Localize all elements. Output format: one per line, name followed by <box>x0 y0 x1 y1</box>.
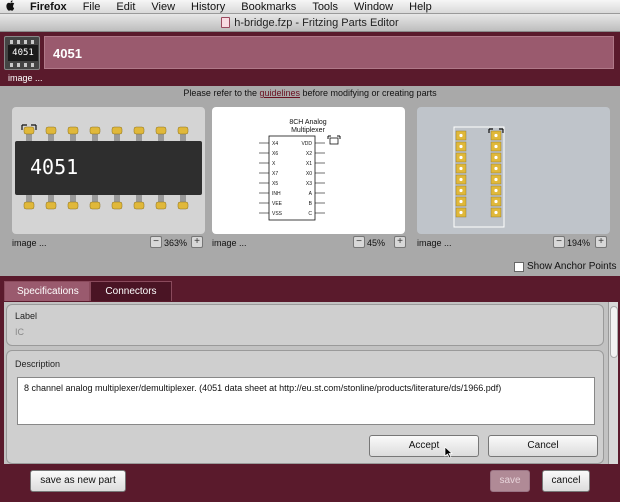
svg-text:VDD: VDD <box>301 141 312 147</box>
schematic-zoom-out-button[interactable]: − <box>353 236 365 248</box>
menu-bar: Firefox File Edit View History Bookmarks… <box>0 0 620 14</box>
window-titlebar: h-bridge.fzp - Fritzing Parts Editor <box>0 14 620 32</box>
show-anchor-points-checkbox[interactable] <box>514 261 524 272</box>
menu-help[interactable]: Help <box>401 1 440 13</box>
accept-button[interactable]: Accept <box>369 435 479 457</box>
label-group: Label IC <box>6 304 604 346</box>
breadboard-chip-label: 4051 <box>30 155 78 179</box>
svg-text:X7: X7 <box>272 171 278 177</box>
label-heading: Label <box>15 311 38 321</box>
menu-history[interactable]: History <box>183 1 233 13</box>
part-title: 4051 <box>53 46 82 61</box>
description-group: Description 8 channel analog multiplexer… <box>6 350 604 464</box>
svg-text:X3: X3 <box>306 181 312 187</box>
save-button[interactable]: save <box>490 470 530 492</box>
svg-text:VSS: VSS <box>272 211 283 217</box>
properties-scrollbar[interactable] <box>608 302 618 464</box>
window-title: h-bridge.fzp - Fritzing Parts Editor <box>234 16 399 29</box>
cancel-button[interactable]: cancel <box>542 470 590 492</box>
svg-text:INH: INH <box>272 191 281 197</box>
menu-app-firefox[interactable]: Firefox <box>22 1 75 13</box>
schematic-view[interactable]: 8CH Analog Multiplexer X4 X6 X X7 X5 INH VE… <box>212 107 405 234</box>
schematic-footer: image ... − 45% + <box>212 236 408 250</box>
menu-view[interactable]: View <box>143 1 183 13</box>
label-value[interactable]: IC <box>15 327 24 337</box>
breadboard-footer: image ... − 363% + <box>12 236 208 250</box>
pcb-image-label: image ... <box>417 238 452 248</box>
menu-edit[interactable]: Edit <box>108 1 143 13</box>
breadboard-image-label: image ... <box>12 238 47 248</box>
pcb-zoom-out-button[interactable]: − <box>553 236 565 248</box>
footer-bar: save as new part save cancel <box>0 465 620 502</box>
menu-file[interactable]: File <box>75 1 109 13</box>
part-icon-image[interactable]: 4051 <box>4 36 40 70</box>
schematic-image-label: image ... <box>212 238 247 248</box>
part-title-field[interactable]: 4051 <box>44 36 614 69</box>
schematic-title-2: Multiplexer <box>291 127 326 134</box>
document-icon <box>221 17 231 28</box>
breadboard-zoom-in-button[interactable]: + <box>191 236 203 248</box>
scrollbar-thumb[interactable] <box>610 306 618 358</box>
description-textarea[interactable]: 8 channel analog multiplexer/demultiplex… <box>17 377 595 425</box>
views-area: Please refer to the guidelines before mo… <box>0 86 620 276</box>
show-anchor-points-label: Show Anchor Points <box>527 261 617 272</box>
apple-icon[interactable] <box>0 0 22 14</box>
pcb-zoom-value: 194% <box>567 238 591 248</box>
menu-window[interactable]: Window <box>346 1 401 13</box>
breadboard-view[interactable]: 4051 <box>12 107 205 234</box>
breadboard-zoom-out-button[interactable]: − <box>150 236 162 248</box>
save-as-new-part-button[interactable]: save as new part <box>30 470 126 492</box>
pcb-footer: image ... − 194% + <box>417 236 613 250</box>
mouse-cursor-icon <box>444 446 453 459</box>
icon-chip-label: 4051 <box>8 45 38 61</box>
properties-area: Specifications Connectors Label IC Descr… <box>0 276 620 502</box>
menu-bookmarks[interactable]: Bookmarks <box>233 1 304 13</box>
menu-tools[interactable]: Tools <box>304 1 346 13</box>
pcb-view[interactable] <box>417 107 610 234</box>
svg-text:X4: X4 <box>272 141 278 147</box>
breadboard-zoom-value: 363% <box>164 238 188 248</box>
svg-text:C: C <box>308 211 312 217</box>
tab-connectors[interactable]: Connectors <box>90 281 172 301</box>
show-anchor-points[interactable]: Show Anchor Points <box>514 261 617 272</box>
svg-text:X5: X5 <box>272 181 278 187</box>
svg-text:X1: X1 <box>306 161 312 167</box>
schematic-zoom-value: 45% <box>367 238 386 248</box>
svg-text:X6: X6 <box>272 151 278 157</box>
icon-image-label: image ... <box>8 73 43 83</box>
guidelines-note: Please refer to the guidelines before mo… <box>183 88 437 98</box>
schematic-zoom-in-button[interactable]: + <box>394 236 406 248</box>
part-header: 4051 image ... 4051 <box>0 33 620 86</box>
pcb-zoom-in-button[interactable]: + <box>595 236 607 248</box>
tab-bar: Specifications Connectors <box>4 281 172 301</box>
svg-text:VEE: VEE <box>272 201 283 207</box>
description-heading: Description <box>15 359 61 369</box>
svg-text:X2: X2 <box>306 151 312 157</box>
svg-text:X0: X0 <box>306 171 312 177</box>
guidelines-link[interactable]: guidelines <box>259 88 300 98</box>
specifications-panel: Label IC Description 8 channel analog mu… <box>4 302 608 464</box>
tab-specifications[interactable]: Specifications <box>4 281 90 301</box>
description-cancel-button[interactable]: Cancel <box>488 435 598 457</box>
schematic-title-1: 8CH Analog <box>289 119 326 126</box>
